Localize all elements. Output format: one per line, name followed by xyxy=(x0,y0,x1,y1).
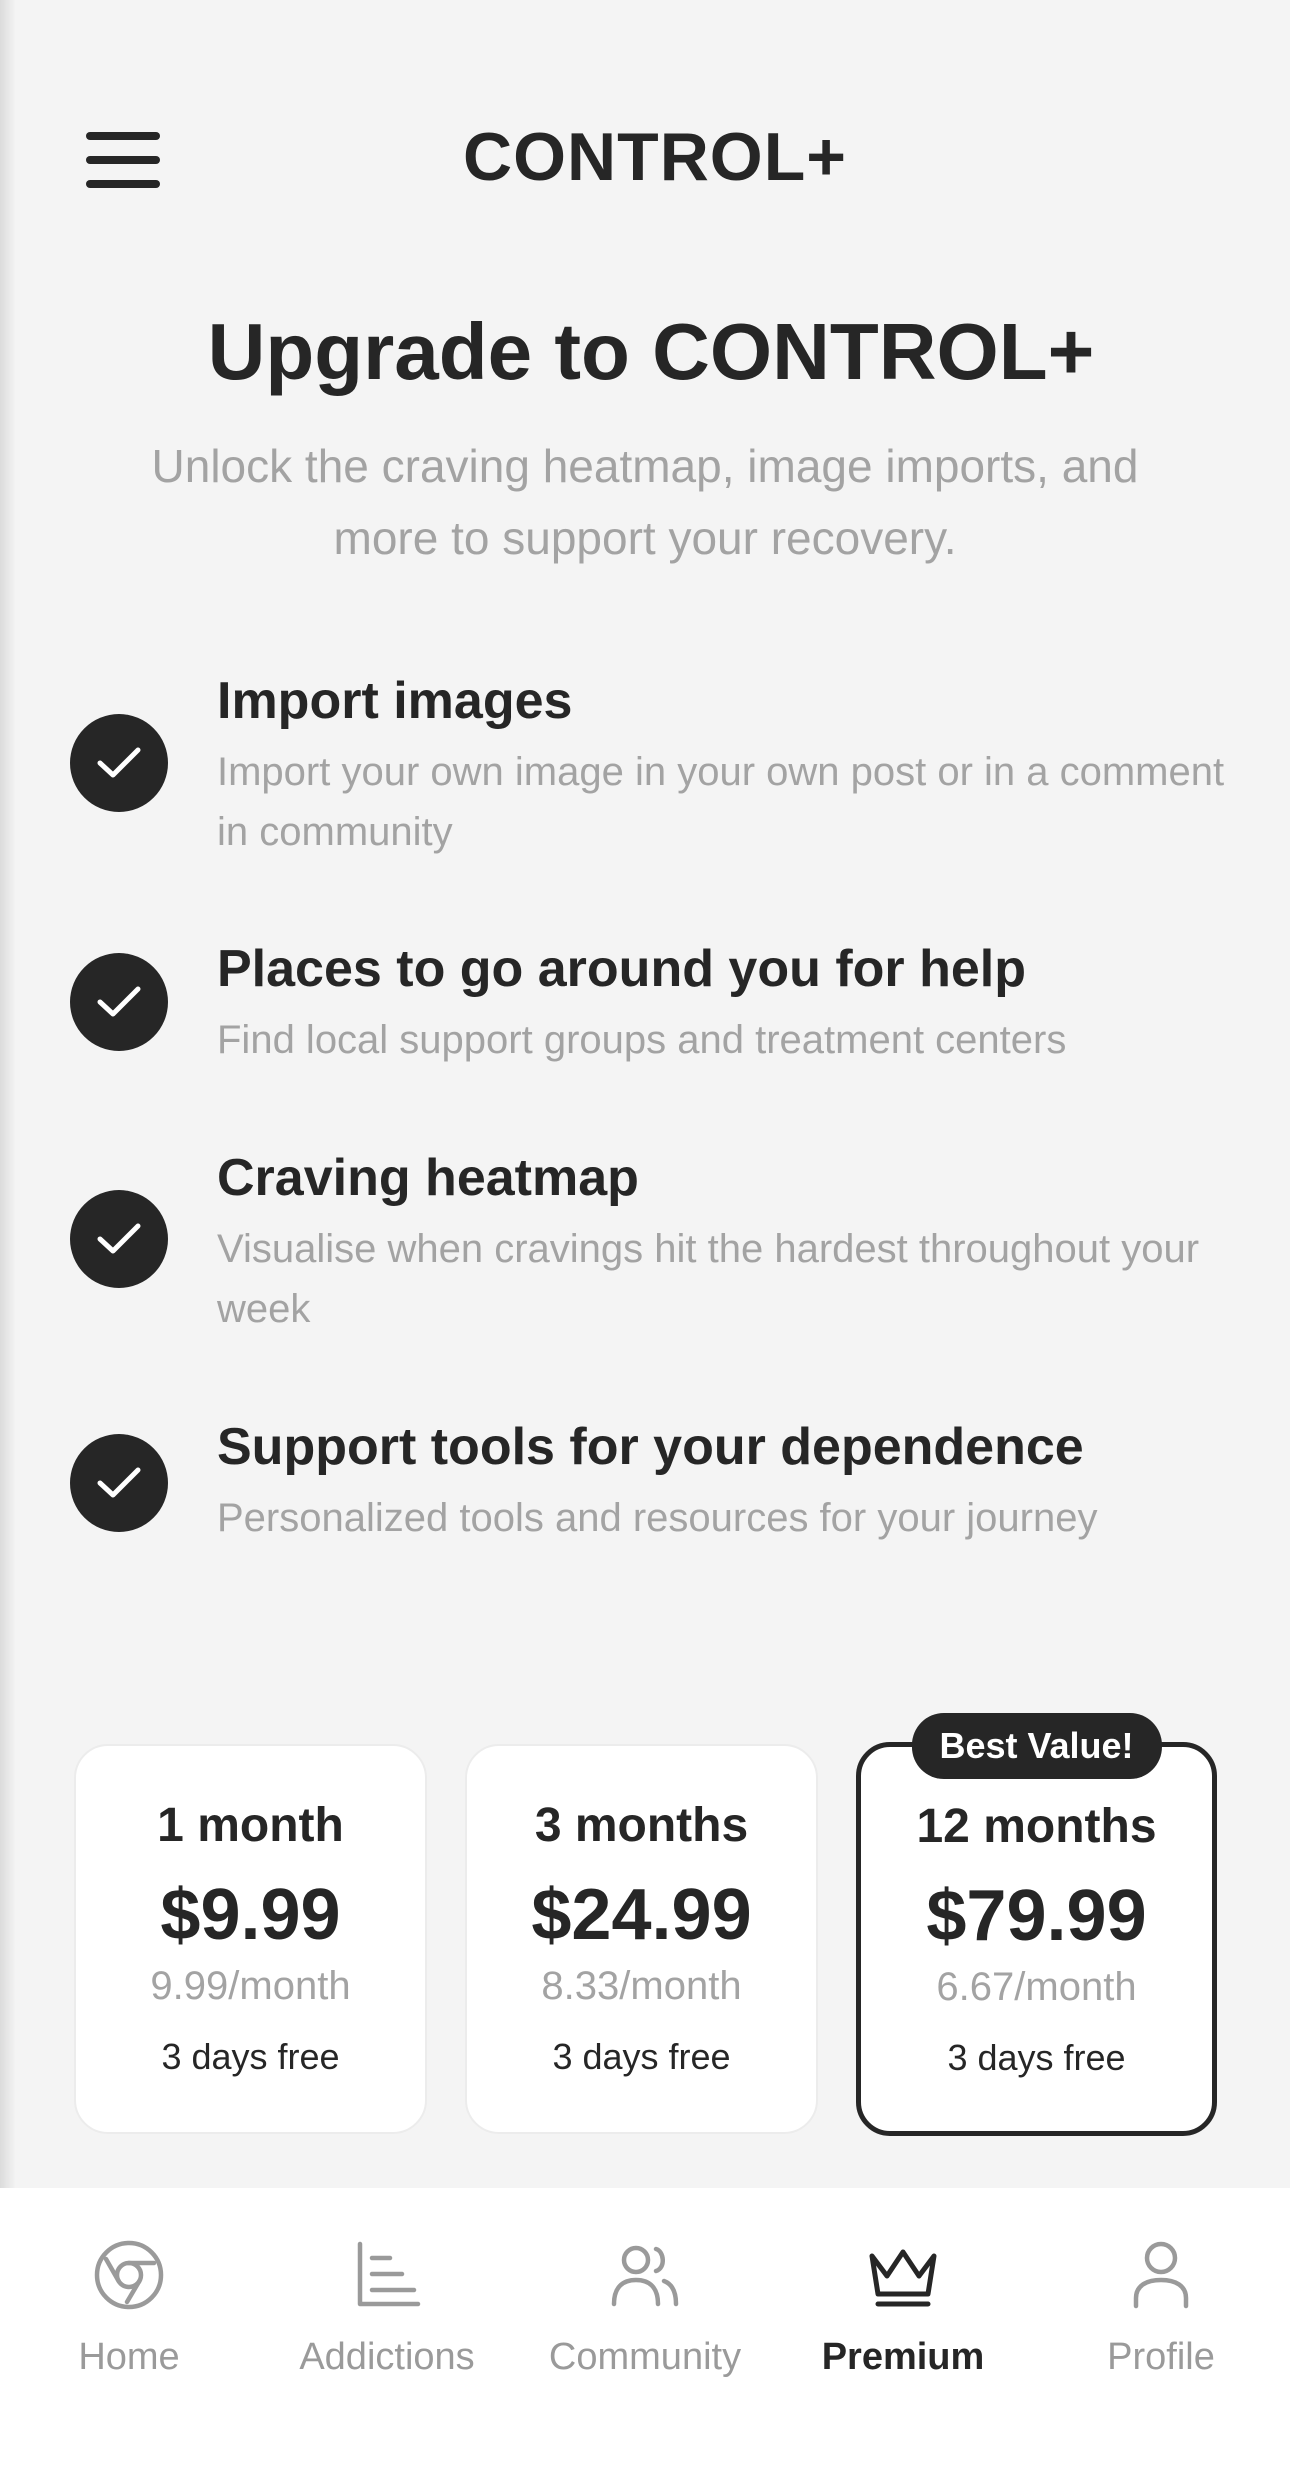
feature-description: Personalized tools and resources for you… xyxy=(217,1496,1098,1540)
person-icon xyxy=(1133,2241,1189,2309)
plan-trial: 3 days free xyxy=(947,2037,1126,2078)
tab-home[interactable]: Home xyxy=(0,2238,258,2379)
crown-icon xyxy=(869,2249,937,2307)
bottom-tab-bar: Home Addictions Community Premium Profil… xyxy=(0,2188,1290,2485)
plan-per-month: 8.33/month xyxy=(541,1964,742,2008)
tab-label: Profile xyxy=(1107,2336,1215,2378)
feature-support-tools: Support tools for your dependence Person… xyxy=(70,1414,1230,1564)
tab-profile[interactable]: Profile xyxy=(1032,2238,1290,2379)
best-value-badge: Best Value! xyxy=(911,1713,1162,1779)
plan-price: $9.99 xyxy=(160,1875,341,1955)
feature-description: Find local support groups and treatment … xyxy=(217,1018,1067,1062)
chart-icon xyxy=(357,2241,421,2307)
feature-import-images: Import images Import your own image in y… xyxy=(70,668,1230,868)
tab-premium[interactable]: Premium xyxy=(774,2238,1032,2379)
plan-name: 1 month xyxy=(157,1799,344,1852)
check-circle-icon xyxy=(70,1190,168,1288)
plan-per-month: 9.99/month xyxy=(150,1964,351,2008)
plan-card-1-month[interactable]: 1 month $9.99 9.99/month 3 days free xyxy=(74,1744,427,2134)
hero-title: Upgrade to CONTROL+ xyxy=(207,307,1095,396)
feature-title: Import images xyxy=(217,672,573,730)
people-icon xyxy=(611,2245,679,2307)
plan-price: $79.99 xyxy=(926,1876,1147,1956)
app-title: CONTROL+ xyxy=(463,119,847,195)
tab-community[interactable]: Community xyxy=(516,2238,774,2379)
feature-description: Import your own image in your own post o… xyxy=(217,750,1225,854)
tab-label: Community xyxy=(548,2336,742,2378)
plan-per-month: 6.67/month xyxy=(936,1965,1137,2009)
feature-description: Visualise when cravings hit the hardest … xyxy=(217,1227,1200,1331)
plan-name: 3 months xyxy=(534,1799,749,1852)
feature-title: Craving heatmap xyxy=(217,1149,639,1207)
feature-craving-heatmap: Craving heatmap Visualise when cravings … xyxy=(70,1145,1230,1345)
feature-title: Support tools for your dependence xyxy=(217,1418,1084,1476)
home-circle-icon xyxy=(94,2240,164,2310)
plan-card-12-months[interactable]: Best Value! 12 months $79.99 6.67/month … xyxy=(856,1713,1217,2136)
tab-addictions[interactable]: Addictions xyxy=(258,2238,516,2379)
premium-screen: CONTROL+ Upgrade to CONTROL+ Unlock the … xyxy=(0,0,1290,2485)
check-circle-icon xyxy=(70,1434,168,1532)
plan-trial: 3 days free xyxy=(161,2036,340,2077)
tab-label: Addictions xyxy=(299,2336,475,2378)
plan-card-3-months[interactable]: 3 months $24.99 8.33/month 3 days free xyxy=(465,1744,818,2134)
plan-trial: 3 days free xyxy=(552,2036,731,2077)
tab-label: Home xyxy=(78,2336,180,2378)
plan-price: $24.99 xyxy=(531,1875,752,1955)
plan-name: 12 months xyxy=(916,1800,1157,1853)
check-circle-icon xyxy=(70,714,168,812)
feature-places-for-help: Places to go around you for help Find lo… xyxy=(70,936,1230,1086)
feature-title: Places to go around you for help xyxy=(217,940,1026,998)
hero-subtitle: Unlock the craving heatmap, image import… xyxy=(151,440,1139,564)
tab-label: Premium xyxy=(821,2336,985,2378)
check-circle-icon xyxy=(70,953,168,1051)
